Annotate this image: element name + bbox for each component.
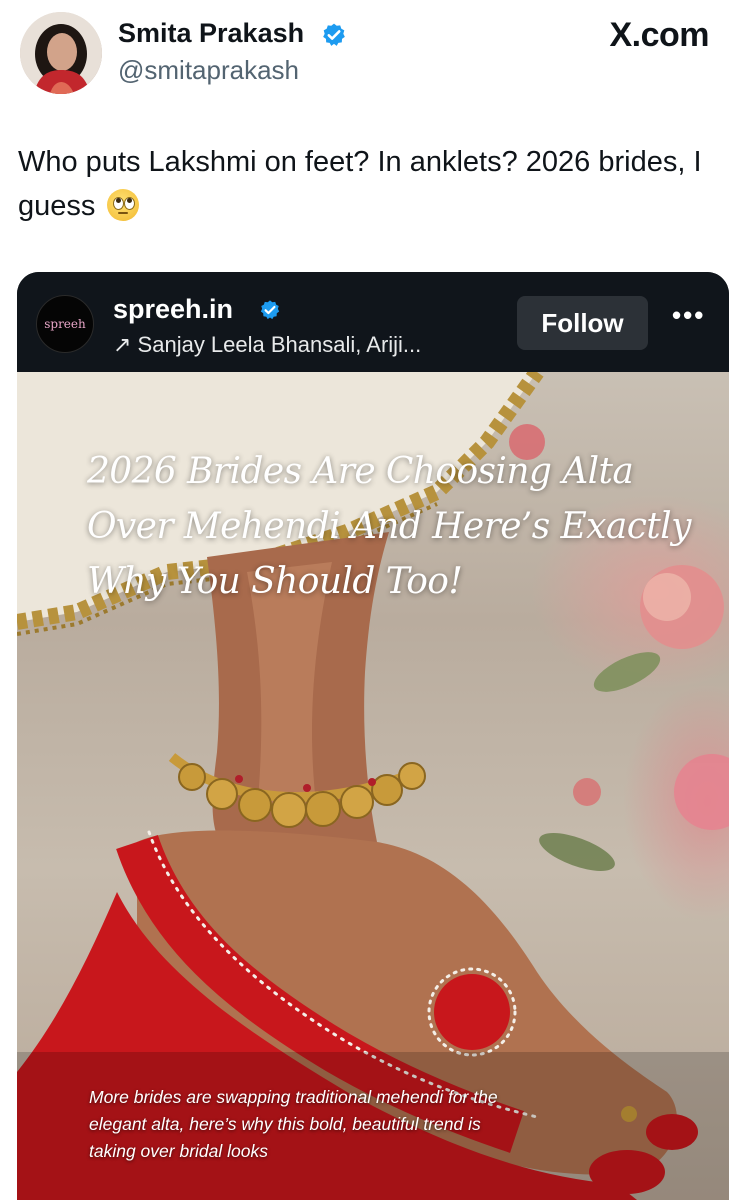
avatar-portrait	[20, 12, 102, 94]
post-image[interactable]: 2026 Brides Are Choosing Alta Over Mehen…	[17, 372, 729, 1200]
embedded-verified-badge-icon	[260, 300, 280, 320]
author-handle[interactable]: @smitaprakash	[118, 55, 299, 86]
embedded-post-header: spreeh spreeh.in ↗ Sanjay Leela Bhansali…	[17, 272, 729, 372]
image-caption: More brides are swapping traditional meh…	[89, 1087, 498, 1161]
tweet-text: Who puts Lakshmi on feet? In anklets? 20…	[18, 140, 708, 228]
image-headline: 2026 Brides Are Choosing Alta Over Mehen…	[87, 451, 691, 602]
verified-badge-icon	[323, 23, 345, 46]
follow-button[interactable]: Follow	[517, 296, 648, 350]
embedded-post-card[interactable]: spreeh spreeh.in ↗ Sanjay Leela Bhansali…	[17, 272, 729, 1200]
rolling-eyes-emoji-icon	[107, 189, 140, 221]
author-avatar[interactable]	[20, 12, 102, 94]
spreeh-logo[interactable]: spreeh	[36, 295, 94, 353]
site-label: X.com	[609, 16, 709, 54]
more-options-icon[interactable]: •••	[672, 300, 705, 331]
embedded-audio-line[interactable]: ↗ Sanjay Leela Bhansali, Ariji...	[113, 332, 421, 358]
author-name[interactable]: Smita Prakash	[118, 18, 304, 49]
embedded-account-name[interactable]: spreeh.in	[113, 294, 233, 325]
